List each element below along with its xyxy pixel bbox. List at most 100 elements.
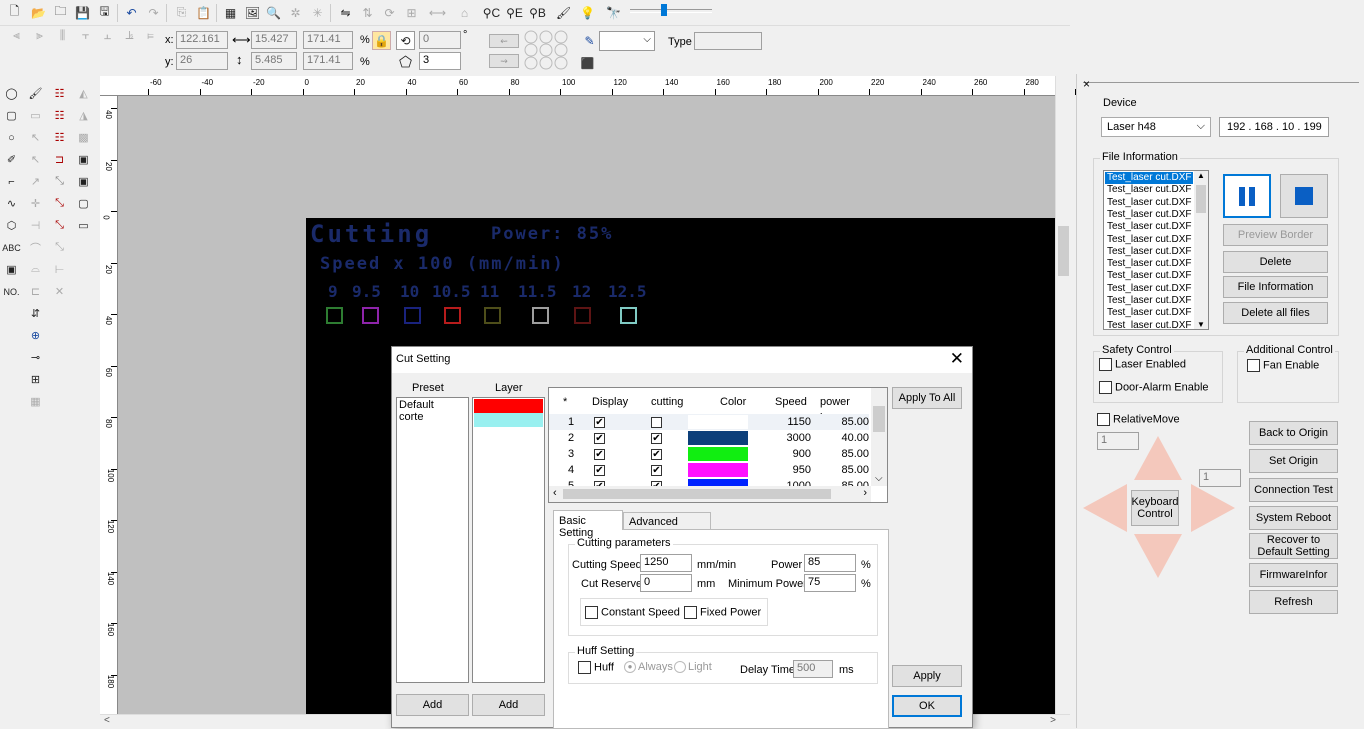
power-field[interactable]: 85 xyxy=(804,554,856,572)
ok-button[interactable]: OK xyxy=(892,695,962,717)
firmware-info-button[interactable]: FirmwareInfor xyxy=(1249,563,1338,587)
grid-tool-icon[interactable]: ▦ xyxy=(26,392,45,411)
scale-height-field[interactable]: 171.41 xyxy=(303,52,353,70)
light-radio[interactable]: Light xyxy=(674,661,712,674)
distance-icon[interactable]: ⟷ xyxy=(428,3,447,22)
cutting-checkbox[interactable]: ✔ xyxy=(651,430,665,446)
frame-tool-icon[interactable]: ⊞ xyxy=(26,370,45,389)
crosshair-tool-icon[interactable]: ⊕ xyxy=(26,326,45,345)
cut-reserve-field[interactable]: 0 xyxy=(640,574,692,592)
dims-icon[interactable]: ⊢ xyxy=(50,260,69,279)
file-list-item[interactable]: Test_laser cut.DXF xyxy=(1105,172,1193,185)
redo-icon[interactable]: ↷ xyxy=(144,3,163,22)
file-list-item[interactable]: Test_laser cut.DXF xyxy=(1105,234,1193,246)
jog-left-arrow[interactable] xyxy=(1083,484,1127,532)
fixed-power-checkbox[interactable]: Fixed Power xyxy=(684,606,761,619)
view-4-icon[interactable]: ▭ xyxy=(74,216,93,235)
laser-enabled-checkbox[interactable]: Laser Enabled xyxy=(1099,358,1186,371)
view-1-icon[interactable]: ▣ xyxy=(74,150,93,169)
back-to-origin-button[interactable]: Back to Origin xyxy=(1249,421,1338,445)
jog-right-arrow[interactable] xyxy=(1191,484,1235,532)
tab-basic-setting[interactable]: Basic Setting xyxy=(553,510,623,539)
pen-tool-icon[interactable]: ✐ xyxy=(2,150,21,169)
rotate-icon[interactable]: ⟳ xyxy=(380,3,399,22)
file-list-item[interactable]: Test_laser cut.DXF xyxy=(1105,246,1193,258)
weld-icon[interactable]: ⇜ xyxy=(489,34,519,48)
file-list-item[interactable]: Test_laser cut.DXF xyxy=(1105,295,1193,307)
fan-enable-checkbox[interactable]: Fan Enable xyxy=(1247,359,1319,372)
node-join-icon[interactable]: ✛ xyxy=(26,194,45,213)
laser-4-icon[interactable]: ⊐ xyxy=(50,150,69,169)
node-smooth-icon[interactable]: ⌒ xyxy=(26,238,45,257)
node-corner-icon[interactable]: ⌓ xyxy=(26,260,45,279)
mirror-h-icon[interactable]: ⇋ xyxy=(336,3,355,22)
layer-list[interactable] xyxy=(472,397,545,683)
fill-color-icon[interactable]: ⬛ xyxy=(578,54,597,73)
copy-icon[interactable]: ⎘ xyxy=(172,3,191,22)
pause-button[interactable] xyxy=(1223,174,1271,218)
panel-close-icon[interactable]: × xyxy=(1083,77,1090,91)
anchor-grid[interactable] xyxy=(523,30,571,70)
node-tool-icon[interactable]: ▭ xyxy=(26,106,45,125)
apply-to-all-button[interactable]: Apply To All xyxy=(892,387,962,409)
vscroll-thumb[interactable] xyxy=(1058,226,1069,276)
cutting-checkbox[interactable]: ✔ xyxy=(651,462,665,478)
huff-checkbox[interactable]: Huff xyxy=(578,661,614,674)
polyline-tool-icon[interactable]: ⌐ xyxy=(2,172,21,191)
triangle-1-icon[interactable]: ◭ xyxy=(74,84,93,103)
display-checkbox[interactable]: ✔ xyxy=(594,414,608,430)
distribute-icon[interactable]: ⫢ xyxy=(141,26,160,45)
polygon-sides-field[interactable]: 3 xyxy=(419,52,461,70)
node-add-icon[interactable]: ↗ xyxy=(26,172,45,191)
jog-up-arrow[interactable] xyxy=(1134,436,1182,480)
power-cell[interactable]: 85.00 xyxy=(815,414,869,430)
rotate-ccw-icon[interactable]: ⟲ xyxy=(396,31,415,50)
system-reboot-button[interactable]: System Reboot xyxy=(1249,506,1338,530)
node-edit-icon[interactable]: ↖ xyxy=(26,128,45,147)
color-swatch[interactable] xyxy=(688,447,748,461)
file-list-item[interactable]: Test_laser cut.DXF xyxy=(1105,320,1193,329)
always-radio[interactable]: ● Always xyxy=(624,661,673,674)
pen-color-icon[interactable]: ✎ xyxy=(580,31,599,50)
group-c-icon[interactable]: ⚲C xyxy=(482,3,501,22)
polygon-tool-icon[interactable]: ⬡ xyxy=(2,216,21,235)
laser-2-icon[interactable]: ☷ xyxy=(50,106,69,125)
file-list-item[interactable]: Test_laser cut.DXF xyxy=(1105,197,1193,209)
number-tool-icon[interactable]: NO. xyxy=(2,282,21,301)
rectangle-tool-icon[interactable]: ▢ xyxy=(2,106,21,125)
align-top-icon[interactable]: ⫟ xyxy=(76,26,95,45)
door-alarm-checkbox[interactable]: Door-Alarm Enable xyxy=(1099,381,1209,394)
cutting-checkbox[interactable] xyxy=(651,414,665,430)
file-list-item[interactable]: Test_laser cut.DXF xyxy=(1105,270,1193,282)
display-checkbox[interactable]: ✔ xyxy=(594,430,608,446)
save-icon[interactable]: 💾 xyxy=(73,3,92,22)
power-cell[interactable]: 85.00 xyxy=(815,446,869,462)
paste-icon[interactable]: 📋 xyxy=(194,3,213,22)
view-3-icon[interactable]: ▢ xyxy=(74,194,93,213)
preset-item[interactable]: corte xyxy=(397,411,468,423)
scale-width-field[interactable]: 171.41 xyxy=(303,31,353,49)
add-preset-button[interactable]: Add xyxy=(396,694,469,716)
select-all-icon[interactable]: ▦ xyxy=(221,3,240,22)
table-row[interactable]: 2 ✔ ✔ 3000 40.00 xyxy=(549,430,869,446)
save-as-icon[interactable]: 🖫 xyxy=(95,3,114,22)
test-square[interactable] xyxy=(326,307,343,324)
zoom-icon[interactable]: 🔍 xyxy=(264,3,283,22)
color-swatch[interactable] xyxy=(688,431,748,445)
file-information-button[interactable]: File Information xyxy=(1223,276,1328,298)
mirror-v-icon[interactable]: ⇅ xyxy=(358,3,377,22)
width-field[interactable]: 15.427 xyxy=(251,31,297,49)
node-convert-icon[interactable]: ⊏ xyxy=(26,282,45,301)
device-select[interactable]: Laser h48 ⌵ xyxy=(1101,117,1211,137)
laser-3-icon[interactable]: ☷ xyxy=(50,128,69,147)
min-power-field[interactable]: 75 xyxy=(804,574,856,592)
add-layer-button[interactable]: Add xyxy=(472,694,545,716)
speed-cell[interactable]: 900 xyxy=(749,446,811,462)
display-checkbox[interactable]: ✔ xyxy=(594,462,608,478)
preset-list[interactable]: Default corte xyxy=(396,397,469,683)
stop-button[interactable] xyxy=(1280,174,1328,218)
preview-border-button[interactable]: Preview Border xyxy=(1223,224,1328,246)
power-cell[interactable]: 40.00 xyxy=(815,430,869,446)
y-field[interactable]: 26 xyxy=(176,52,228,70)
layer-color-item[interactable] xyxy=(474,413,543,427)
